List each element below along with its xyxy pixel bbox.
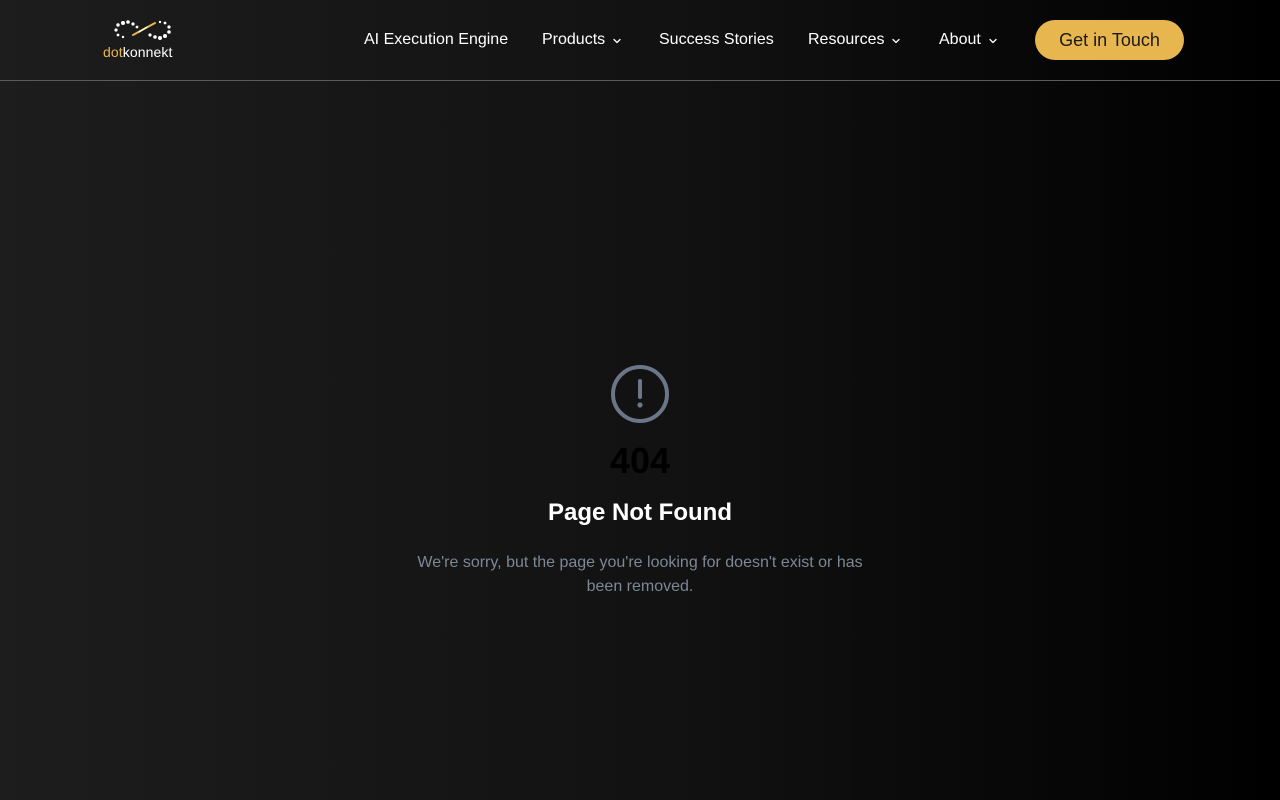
logo-link[interactable]: dotkonnekt: [103, 18, 185, 62]
nav-item-label: About: [939, 31, 981, 48]
logo-wordmark-prefix: dot: [103, 44, 123, 60]
nav-item-ai-execution-engine[interactable]: AI Execution Engine: [364, 29, 508, 51]
error-code: 404: [609, 440, 671, 481]
logo-wordmark-suffix: konnekt: [122, 44, 173, 60]
nav-item-label: AI Execution Engine: [364, 31, 509, 48]
logo-wordmark: dotkonnekt: [103, 44, 173, 60]
error-message: We're sorry, but the page you're looking…: [417, 554, 863, 595]
nav-item-label: Success Stories: [659, 31, 774, 48]
site-header: dotkonnekt AI Execution Engine Products …: [0, 0, 1280, 81]
chevron-down-icon: [613, 38, 621, 44]
error-title: Page Not Found: [548, 499, 732, 526]
chevron-down-icon: [989, 38, 997, 44]
nav-item-label: Products: [542, 31, 606, 48]
chevron-down-icon: [892, 38, 901, 44]
nav-item-products[interactable]: Products: [542, 29, 623, 51]
nav-item-label: Resources: [808, 31, 885, 48]
not-found-section: 404 Page Not Found We're sorry, but the …: [0, 81, 1280, 800]
get-in-touch-button[interactable]: Get in Touch: [1035, 20, 1184, 60]
nav-item-success-stories[interactable]: Success Stories: [659, 29, 774, 51]
alert-circle-icon: [611, 365, 669, 423]
logo-infinity-icon: [114, 20, 171, 40]
nav-item-resources[interactable]: Resources: [808, 29, 902, 51]
nav-item-about[interactable]: About: [939, 29, 999, 51]
